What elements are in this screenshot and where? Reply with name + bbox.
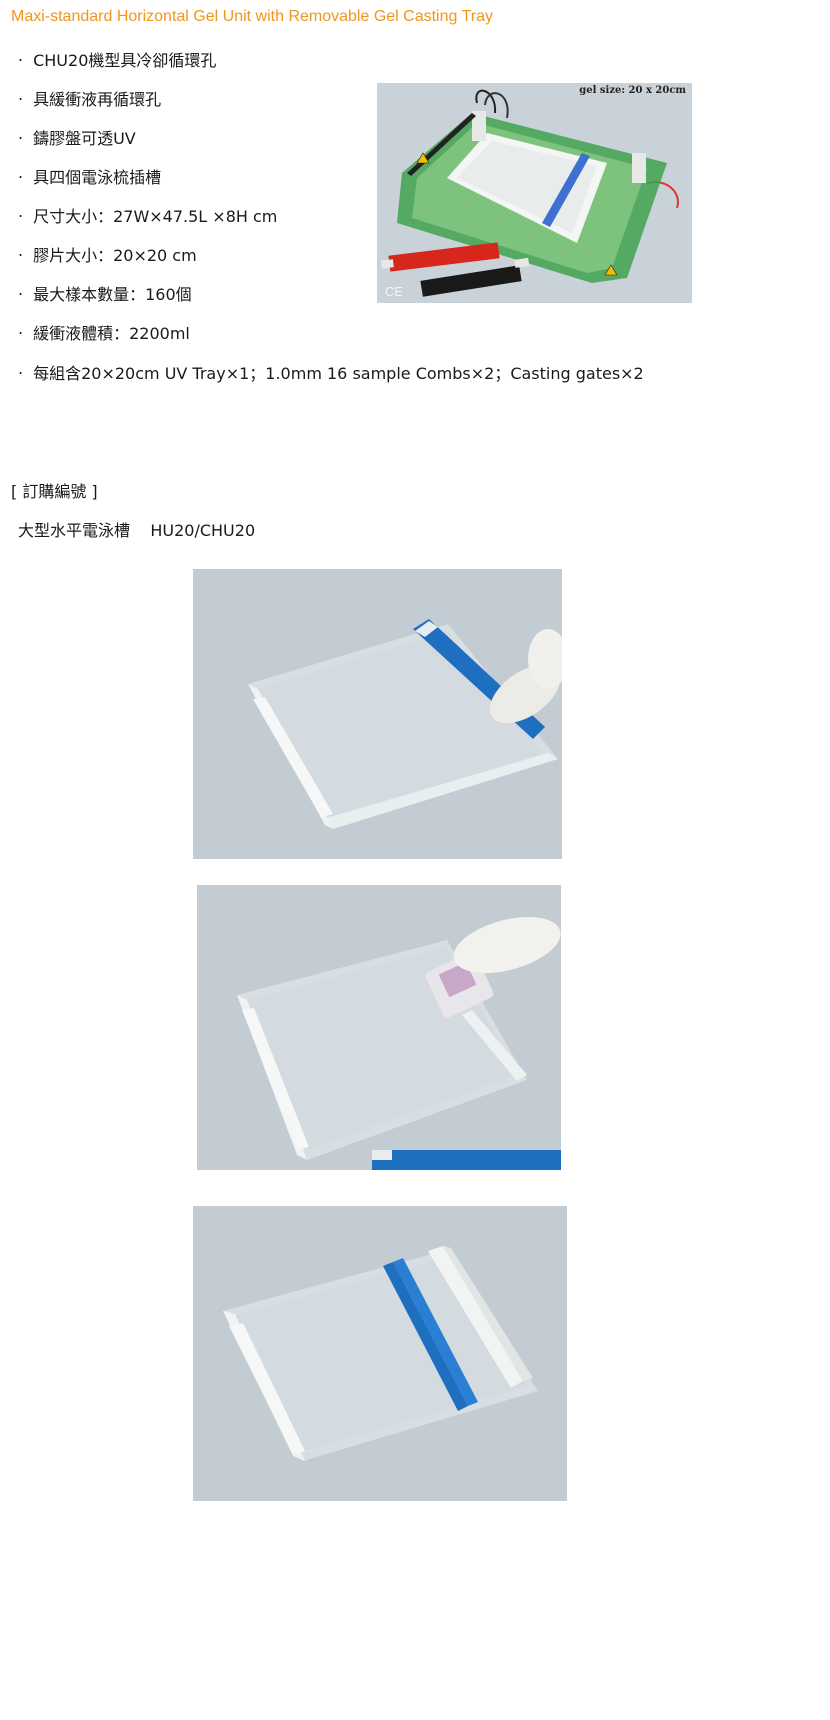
feature-item: ‧ 緩衝液體積：2200ml	[18, 324, 190, 343]
product-code: HU20/CHU20	[150, 521, 256, 540]
ordering-line: 大型水平電泳槽 HU20/CHU20	[18, 517, 255, 541]
ce-mark: CE	[385, 284, 404, 299]
feature-item: ‧ 具緩衝液再循環孔	[18, 90, 162, 109]
product-name: 大型水平電泳槽	[18, 521, 131, 540]
casting-tray-photo-3	[193, 1206, 567, 1501]
page-title: Maxi-standard Horizontal Gel Unit with R…	[11, 8, 493, 25]
gel-size-label: gel size: 20 x 20cm	[579, 85, 686, 96]
feature-item: ‧ 每組含20×20cm UV Tray×1；1.0mm 16 sample C…	[18, 364, 644, 383]
feature-item: ‧ 具四個電泳梳插槽	[18, 168, 162, 187]
feature-item: ‧ 最大樣本數量：160個	[18, 285, 192, 304]
casting-tray-photo-1	[193, 569, 562, 859]
feature-item: ‧ 鑄膠盤可透UV	[18, 129, 136, 148]
feature-item: ‧ CHU20機型具冷卻循環孔	[18, 51, 217, 70]
feature-item: ‧ 尺寸大小：27W×47.5L ×8H cm	[18, 207, 278, 226]
casting-tray-photo-2	[197, 885, 561, 1170]
feature-item: ‧ 膠片大小：20×20 cm	[18, 246, 197, 265]
ordering-heading: [ 訂購編號 ]	[11, 482, 98, 501]
product-photo: gel size: 20 x 20cm CE	[377, 83, 692, 303]
